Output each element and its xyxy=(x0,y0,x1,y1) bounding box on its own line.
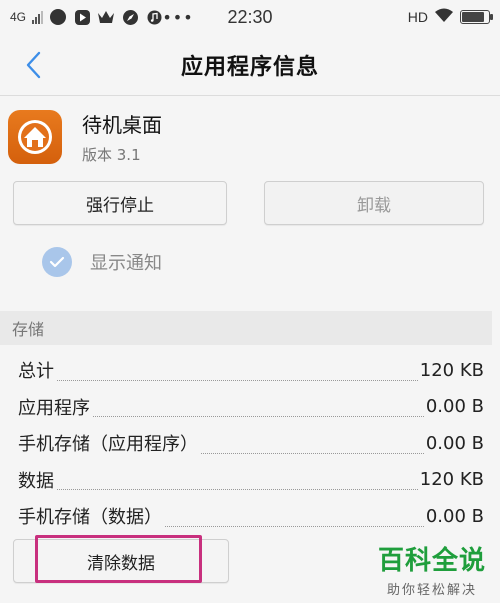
storage-row-phone-app: 手机存储（应用程序） 0.00 B xyxy=(0,425,500,462)
row-label: 应用程序 xyxy=(18,393,92,420)
row-value: 120 KB xyxy=(417,469,484,491)
home-icon xyxy=(8,110,62,164)
title-bar: 应用程序信息 xyxy=(0,34,500,96)
app-info: 待机桌面 版本 3.1 xyxy=(82,109,162,165)
watermark-subtitle: 助你轻松解决 xyxy=(386,583,477,598)
storage-section-header: 存储 xyxy=(0,311,492,345)
music-icon xyxy=(145,8,163,26)
battery-icon xyxy=(460,10,493,24)
hd-label: HD xyxy=(407,9,428,25)
row-value: 0.00 B xyxy=(423,505,484,527)
status-left: 4G ••• xyxy=(10,7,194,27)
show-notification-row[interactable]: 显示通知 xyxy=(42,247,162,277)
signal-icon xyxy=(32,10,44,24)
app-name: 待机桌面 xyxy=(82,113,162,137)
clear-data-button[interactable]: 清除数据 xyxy=(13,539,229,583)
app-circle-icon xyxy=(49,8,67,26)
app-version: 版本 3.1 xyxy=(82,146,141,164)
watermark-title: 百科全说 xyxy=(377,546,486,576)
storage-row-app: 应用程序 0.00 B xyxy=(0,389,500,426)
status-right: HD xyxy=(407,8,493,26)
force-stop-button[interactable]: 强行停止 xyxy=(13,181,227,225)
compass-icon xyxy=(121,8,139,26)
row-label: 手机存储（数据） xyxy=(18,503,164,530)
battery-fill xyxy=(462,12,484,22)
chevron-left-icon xyxy=(26,51,41,79)
status-bar: 4G ••• 22:30 HD xyxy=(0,0,500,34)
dotted-leader xyxy=(18,489,484,490)
storage-row-phone-data: 手机存储（数据） 0.00 B xyxy=(0,498,500,535)
play-icon xyxy=(73,8,91,26)
checkbox-checked-icon[interactable] xyxy=(42,247,72,277)
show-notification-label: 显示通知 xyxy=(90,253,162,274)
dotted-leader xyxy=(18,379,484,381)
back-button[interactable] xyxy=(18,50,48,80)
app-header: 待机桌面 版本 3.1 xyxy=(0,97,500,177)
row-value: 120 KB xyxy=(417,359,484,381)
row-label: 手机存储（应用程序） xyxy=(18,430,200,457)
storage-row-total: 总计 120 KB xyxy=(0,352,500,389)
row-label: 数据 xyxy=(18,466,56,493)
storage-list: 总计 120 KB 应用程序 0.00 B 手机存储（应用程序） 0.00 B … xyxy=(0,352,500,535)
more-dots-icon: ••• xyxy=(162,7,194,27)
page-title: 应用程序信息 xyxy=(180,54,319,80)
storage-row-data: 数据 120 KB xyxy=(0,462,500,499)
network-type: 4G xyxy=(10,10,27,24)
row-value: 0.00 B xyxy=(423,396,484,418)
row-value: 0.00 B xyxy=(423,432,484,454)
uninstall-button[interactable]: 卸载 xyxy=(264,181,484,225)
wifi-icon xyxy=(434,8,454,26)
crown-icon xyxy=(97,8,115,26)
watermark-logo: 百科全说 助你轻松解决 xyxy=(378,540,486,598)
row-label: 总计 xyxy=(18,357,56,384)
